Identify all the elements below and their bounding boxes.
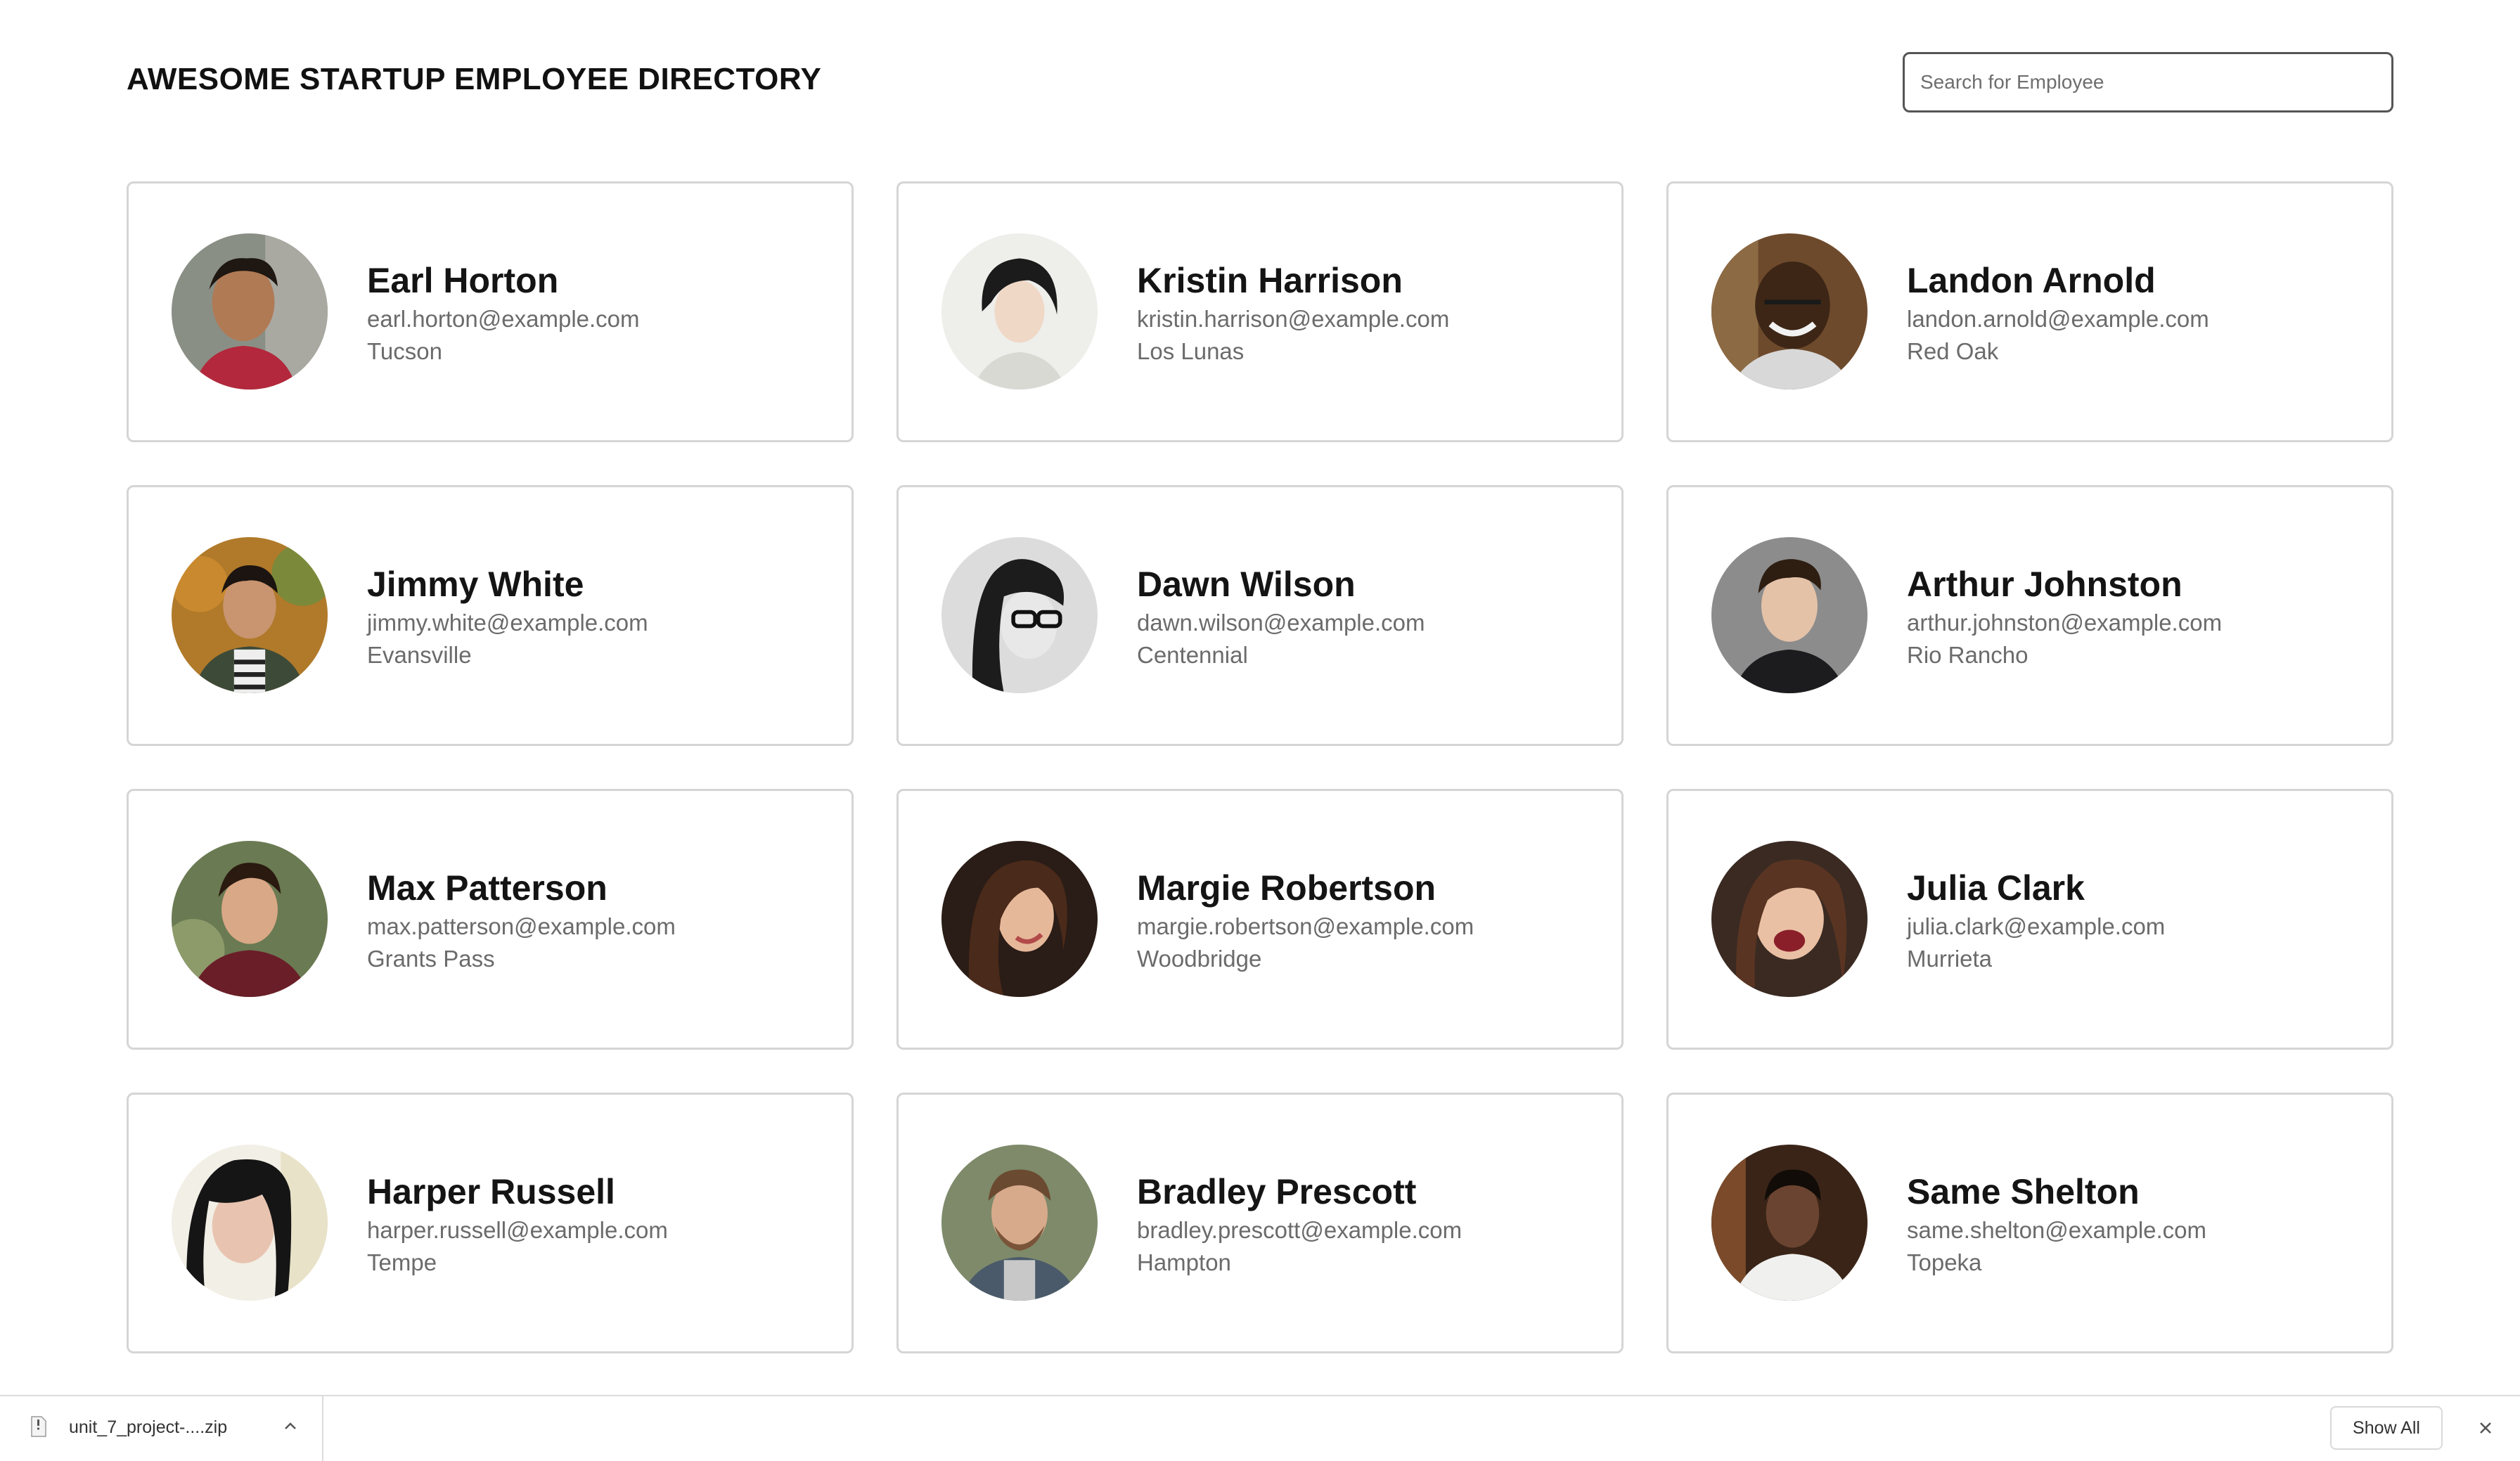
employee-email: kristin.harrison@example.com — [1137, 306, 1450, 332]
employee-city: Evansville — [367, 642, 472, 668]
employee-city: Grants Pass — [367, 946, 495, 972]
avatar — [172, 233, 328, 390]
employee-name: Same Shelton — [1907, 1172, 2140, 1211]
close-icon[interactable] — [2475, 1417, 2496, 1439]
card-info: Bradley Prescott bradley.prescott@exampl… — [1137, 1171, 1607, 1279]
search-input[interactable] — [1903, 52, 2393, 112]
avatar — [941, 841, 1098, 997]
card-info: Dawn Wilson dawn.wilson@example.com Cent… — [1137, 563, 1607, 671]
employee-card[interactable]: Same Shelton same.shelton@example.com To… — [1666, 1093, 2393, 1353]
card-info: Landon Arnold landon.arnold@example.com … — [1907, 259, 2377, 368]
employee-email: earl.horton@example.com — [367, 306, 640, 332]
employee-city: Rio Rancho — [1907, 642, 2029, 668]
employee-name: Julia Clark — [1907, 868, 2085, 908]
employee-card[interactable]: Landon Arnold landon.arnold@example.com … — [1666, 181, 2393, 442]
avatar — [1711, 841, 1868, 997]
employee-card[interactable]: Harper Russell harper.russell@example.co… — [127, 1093, 854, 1353]
header: AWESOME STARTUP EMPLOYEE DIRECTORY — [127, 49, 2393, 120]
employee-card[interactable]: Bradley Prescott bradley.prescott@exampl… — [896, 1093, 1624, 1353]
avatar — [172, 537, 328, 693]
employee-city: Murrieta — [1907, 946, 1993, 972]
employee-city: Centennial — [1137, 642, 1248, 668]
show-all-button[interactable]: Show All — [2330, 1406, 2443, 1450]
card-info: Harper Russell harper.russell@example.co… — [367, 1171, 837, 1279]
employee-name: Earl Horton — [367, 261, 559, 300]
employee-email: jimmy.white@example.com — [367, 610, 648, 636]
employee-card[interactable]: Dawn Wilson dawn.wilson@example.com Cent… — [896, 485, 1624, 746]
employee-name: Dawn Wilson — [1137, 565, 1356, 604]
employee-city: Red Oak — [1907, 338, 1999, 364]
avatar — [941, 233, 1098, 390]
employee-name: Margie Robertson — [1137, 868, 1436, 908]
employee-card[interactable]: Jimmy White jimmy.white@example.com Evan… — [127, 485, 854, 746]
card-info: Max Patterson max.patterson@example.com … — [367, 867, 837, 975]
download-item[interactable]: unit_7_project-....zip — [0, 1396, 323, 1461]
card-info: Same Shelton same.shelton@example.com To… — [1907, 1171, 2377, 1279]
employee-email: landon.arnold@example.com — [1907, 306, 2209, 332]
avatar — [172, 841, 328, 997]
employee-city: Hampton — [1137, 1249, 1231, 1275]
employee-card[interactable]: Max Patterson max.patterson@example.com … — [127, 789, 854, 1050]
employee-name: Harper Russell — [367, 1172, 615, 1211]
employee-city: Tempe — [367, 1249, 437, 1275]
employee-card[interactable]: Kristin Harrison kristin.harrison@exampl… — [896, 181, 1624, 442]
avatar — [1711, 537, 1868, 693]
employee-email: margie.robertson@example.com — [1137, 913, 1474, 939]
employee-name: Max Patterson — [367, 868, 608, 908]
card-info: Margie Robertson margie.robertson@exampl… — [1137, 867, 1607, 975]
employee-email: bradley.prescott@example.com — [1137, 1217, 1462, 1243]
download-bar: unit_7_project-....zip Show All — [0, 1395, 2520, 1461]
chevron-up-icon[interactable] — [281, 1417, 300, 1436]
card-info: Jimmy White jimmy.white@example.com Evan… — [367, 563, 837, 671]
employee-name: Jimmy White — [367, 565, 584, 604]
card-info: Arthur Johnston arthur.johnston@example.… — [1907, 563, 2377, 671]
card-info: Earl Horton earl.horton@example.com Tucs… — [367, 259, 837, 368]
employee-email: arthur.johnston@example.com — [1907, 610, 2223, 636]
employee-city: Woodbridge — [1137, 946, 1262, 972]
employee-email: max.patterson@example.com — [367, 913, 676, 939]
download-filename: unit_7_project-....zip — [69, 1417, 228, 1437]
employee-card[interactable]: Earl Horton earl.horton@example.com Tucs… — [127, 181, 854, 442]
employee-name: Kristin Harrison — [1137, 261, 1403, 300]
employee-card[interactable]: Arthur Johnston arthur.johnston@example.… — [1666, 485, 2393, 746]
employee-card[interactable]: Margie Robertson margie.robertson@exampl… — [896, 789, 1624, 1050]
avatar — [1711, 1145, 1868, 1301]
avatar — [941, 537, 1098, 693]
employee-email: harper.russell@example.com — [367, 1217, 668, 1243]
employee-city: Topeka — [1907, 1249, 1982, 1275]
card-info: Kristin Harrison kristin.harrison@exampl… — [1137, 259, 1607, 368]
employee-email: dawn.wilson@example.com — [1137, 610, 1425, 636]
avatar — [172, 1145, 328, 1301]
employee-name: Arthur Johnston — [1907, 565, 2182, 604]
employee-email: same.shelton@example.com — [1907, 1217, 2207, 1243]
employee-card[interactable]: Julia Clark julia.clark@example.com Murr… — [1666, 789, 2393, 1050]
employee-city: Tucson — [367, 338, 442, 364]
file-icon — [31, 1416, 46, 1437]
employee-grid: Earl Horton earl.horton@example.com Tucs… — [127, 181, 2393, 1353]
employee-email: julia.clark@example.com — [1907, 913, 2166, 939]
employee-directory-page: AWESOME STARTUP EMPLOYEE DIRECTORY Earl … — [0, 0, 2520, 1461]
employee-name: Landon Arnold — [1907, 261, 2156, 300]
avatar — [941, 1145, 1098, 1301]
employee-city: Los Lunas — [1137, 338, 1245, 364]
employee-name: Bradley Prescott — [1137, 1172, 1417, 1211]
page-title: AWESOME STARTUP EMPLOYEE DIRECTORY — [127, 62, 822, 96]
card-info: Julia Clark julia.clark@example.com Murr… — [1907, 867, 2377, 975]
avatar — [1711, 233, 1868, 390]
